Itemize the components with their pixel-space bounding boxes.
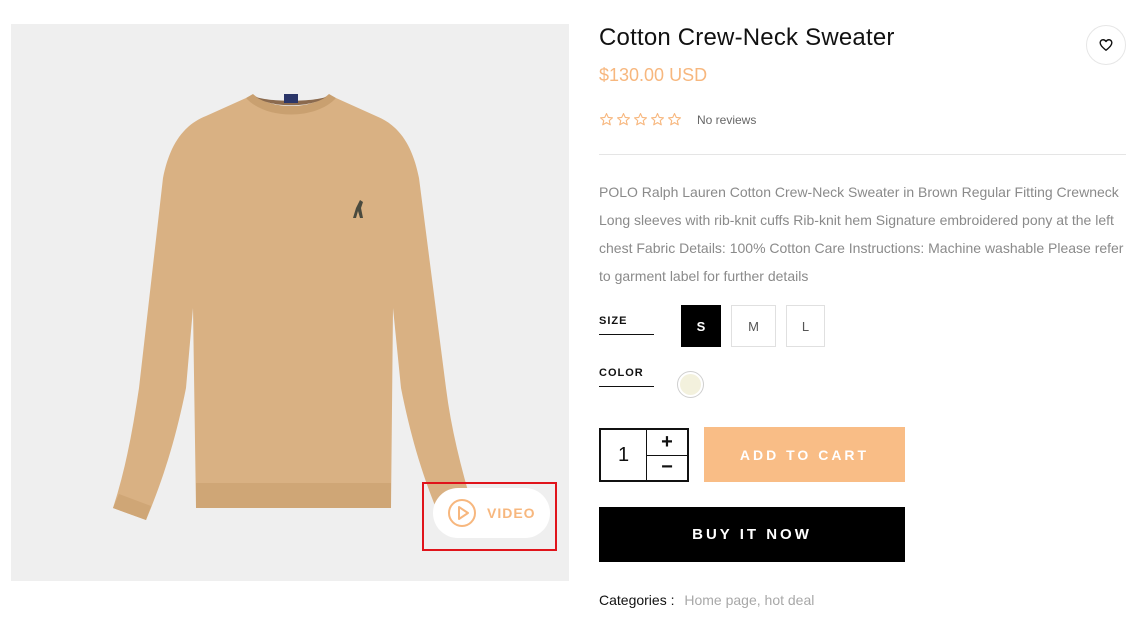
categories-links: Home page, hot deal bbox=[684, 592, 815, 608]
star-outline-icon bbox=[617, 113, 630, 126]
star-outline-icon bbox=[668, 113, 681, 126]
categories: Categories : Home page, hot deal bbox=[599, 592, 814, 608]
rating-stars bbox=[599, 112, 682, 127]
product-description: POLO Ralph Lauren Cotton Crew-Neck Sweat… bbox=[599, 184, 1124, 284]
product-price: $130.00 USD bbox=[599, 65, 708, 85]
quantity-increase-button[interactable]: + bbox=[647, 430, 687, 456]
heart-outline-icon bbox=[1099, 39, 1113, 51]
quantity-stepper: + − bbox=[599, 428, 689, 482]
quantity-input[interactable] bbox=[601, 430, 647, 480]
color-swatch-fill bbox=[680, 374, 701, 395]
divider bbox=[599, 154, 1126, 155]
color-swatch-cream[interactable] bbox=[677, 371, 704, 398]
star-outline-icon bbox=[634, 113, 647, 126]
categories-label: Categories : bbox=[599, 592, 675, 608]
sweater-image bbox=[113, 94, 473, 520]
category-link-home-page[interactable]: Home page bbox=[684, 592, 756, 608]
color-label: COLOR bbox=[599, 367, 654, 387]
quantity-controls: + − bbox=[647, 430, 687, 480]
size-label: SIZE bbox=[599, 315, 654, 335]
size-option-s[interactable]: S bbox=[681, 305, 721, 347]
wishlist-button[interactable] bbox=[1086, 25, 1126, 65]
video-highlight-box bbox=[422, 482, 557, 551]
category-link-hot-deal[interactable]: hot deal bbox=[765, 592, 815, 608]
reviews-count: No reviews bbox=[697, 113, 757, 127]
quantity-decrease-button[interactable]: − bbox=[647, 456, 687, 481]
add-to-cart-button[interactable]: ADD TO CART bbox=[704, 427, 905, 482]
buy-it-now-button[interactable]: BUY IT NOW bbox=[599, 507, 905, 562]
size-option-l[interactable]: L bbox=[786, 305, 825, 347]
star-outline-icon bbox=[600, 113, 613, 126]
size-option-m[interactable]: M bbox=[731, 305, 776, 347]
product-title: Cotton Crew-Neck Sweater bbox=[599, 24, 895, 51]
star-outline-icon bbox=[651, 113, 664, 126]
